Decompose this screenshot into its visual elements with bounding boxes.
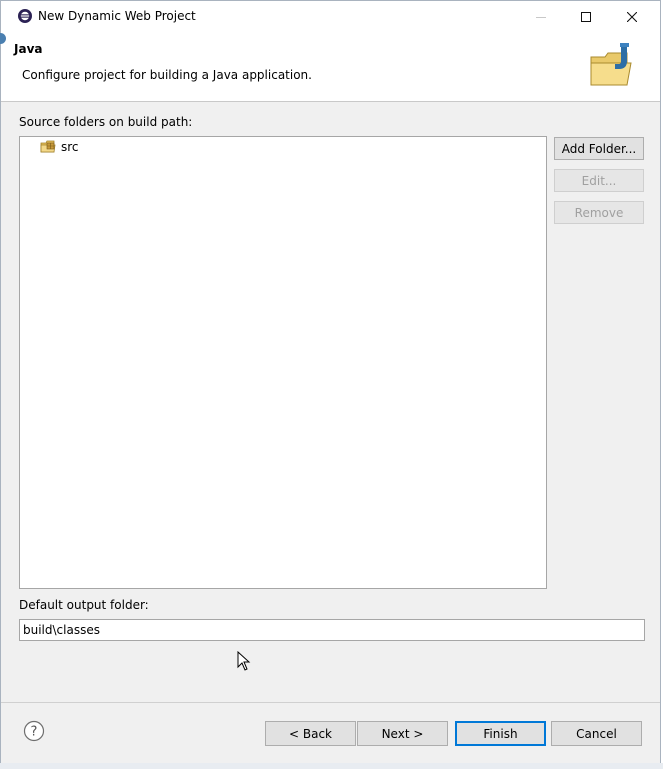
finish-button[interactable]: Finish [455, 721, 546, 746]
package-folder-icon [40, 140, 56, 153]
java-settings-panel: Source folders on build path: src Add Fo… [8, 102, 654, 701]
remove-button[interactable]: Remove [554, 201, 644, 224]
tree-item-src[interactable]: src [40, 140, 79, 154]
mouse-cursor-icon [237, 651, 251, 671]
wizard-footer: ? < Back Next > Finish Cancel [1, 702, 660, 763]
svg-text:?: ? [31, 725, 38, 740]
page-description: Configure project for building a Java ap… [22, 68, 312, 82]
page-title: Java [14, 42, 43, 56]
maximize-icon [581, 11, 591, 22]
source-folders-label: Source folders on build path: [19, 115, 193, 129]
next-button[interactable]: Next > [357, 721, 448, 746]
help-icon[interactable]: ? [23, 720, 45, 742]
window-title: New Dynamic Web Project [38, 9, 196, 23]
add-folder-button[interactable]: Add Folder... [554, 137, 644, 160]
source-folders-tree[interactable]: src [19, 136, 547, 589]
cancel-button[interactable]: Cancel [551, 721, 642, 746]
minimize-icon [536, 16, 546, 18]
eclipse-icon [18, 9, 32, 23]
dialog-window: New Dynamic Web Project Java Configure p… [0, 0, 661, 763]
wizard-banner: Java Configure project for building a Ja… [1, 32, 660, 102]
edit-button[interactable]: Edit... [554, 169, 644, 192]
close-icon [627, 11, 637, 22]
output-folder-input[interactable] [19, 619, 645, 641]
output-folder-label: Default output folder: [19, 598, 149, 612]
java-folder-icon [590, 43, 632, 86]
background-strip [0, 763, 663, 769]
title-bar[interactable]: New Dynamic Web Project [1, 1, 660, 32]
maximize-button[interactable] [563, 1, 609, 32]
minimize-button[interactable] [518, 1, 564, 32]
back-button[interactable]: < Back [265, 721, 356, 746]
close-button[interactable] [609, 1, 655, 32]
tree-item-label: src [61, 140, 79, 154]
